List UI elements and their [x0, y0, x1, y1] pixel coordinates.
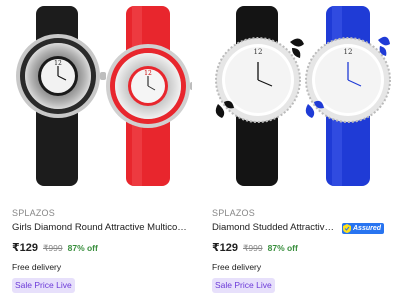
product-card[interactable]: 12 12 SPLAZOS Girls Diamond Round Attrac…	[0, 0, 200, 297]
product-title[interactable]: Girls Diamond Round Attractive Multicolo…	[12, 221, 188, 235]
svg-text:12: 12	[344, 48, 353, 56]
product-grid: 12 12 SPLAZOS Girls Diamond Round Attrac…	[0, 0, 400, 297]
title-row: Diamond Studded Attractive Butte... Assu…	[212, 221, 396, 235]
delivery-info: Free delivery	[212, 262, 262, 272]
price-row: ₹129 ₹999 87% off	[212, 241, 396, 257]
sale-badge: Sale Price Live	[212, 278, 275, 293]
product-image[interactable]: 12 12	[8, 4, 192, 188]
watch-image-black-red: 12 12	[16, 6, 192, 186]
product-info: SPLAZOS Girls Diamond Round Attractive M…	[12, 207, 196, 293]
assured-badge: Assured	[342, 222, 385, 234]
product-image[interactable]: 12 12	[208, 4, 392, 188]
svg-text:12: 12	[144, 70, 152, 77]
svg-text:12: 12	[54, 60, 62, 67]
product-price: ₹129	[212, 242, 239, 254]
price-row: ₹129 ₹999 87% off	[12, 241, 196, 257]
watch-image-black-blue: 12 12	[215, 6, 391, 186]
assured-label: Assured	[353, 224, 382, 232]
product-brand: SPLAZOS	[12, 208, 55, 218]
product-mrp: ₹999	[243, 243, 263, 253]
product-discount: 87% off	[267, 243, 298, 253]
product-price: ₹129	[12, 242, 39, 254]
svg-text:12: 12	[254, 48, 263, 56]
product-mrp: ₹999	[43, 243, 63, 253]
assured-shield-icon	[343, 223, 351, 233]
title-row: Girls Diamond Round Attractive Multicolo…	[12, 221, 196, 235]
product-info: SPLAZOS Diamond Studded Attractive Butte…	[212, 207, 396, 293]
product-discount: 87% off	[67, 243, 98, 253]
product-brand: SPLAZOS	[212, 208, 255, 218]
sale-badge: Sale Price Live	[12, 278, 75, 293]
delivery-info: Free delivery	[12, 262, 62, 272]
product-card[interactable]: 12 12 SPLAZOS Diamond Studded Attractive…	[200, 0, 400, 297]
product-title[interactable]: Diamond Studded Attractive Butte...	[212, 221, 339, 235]
